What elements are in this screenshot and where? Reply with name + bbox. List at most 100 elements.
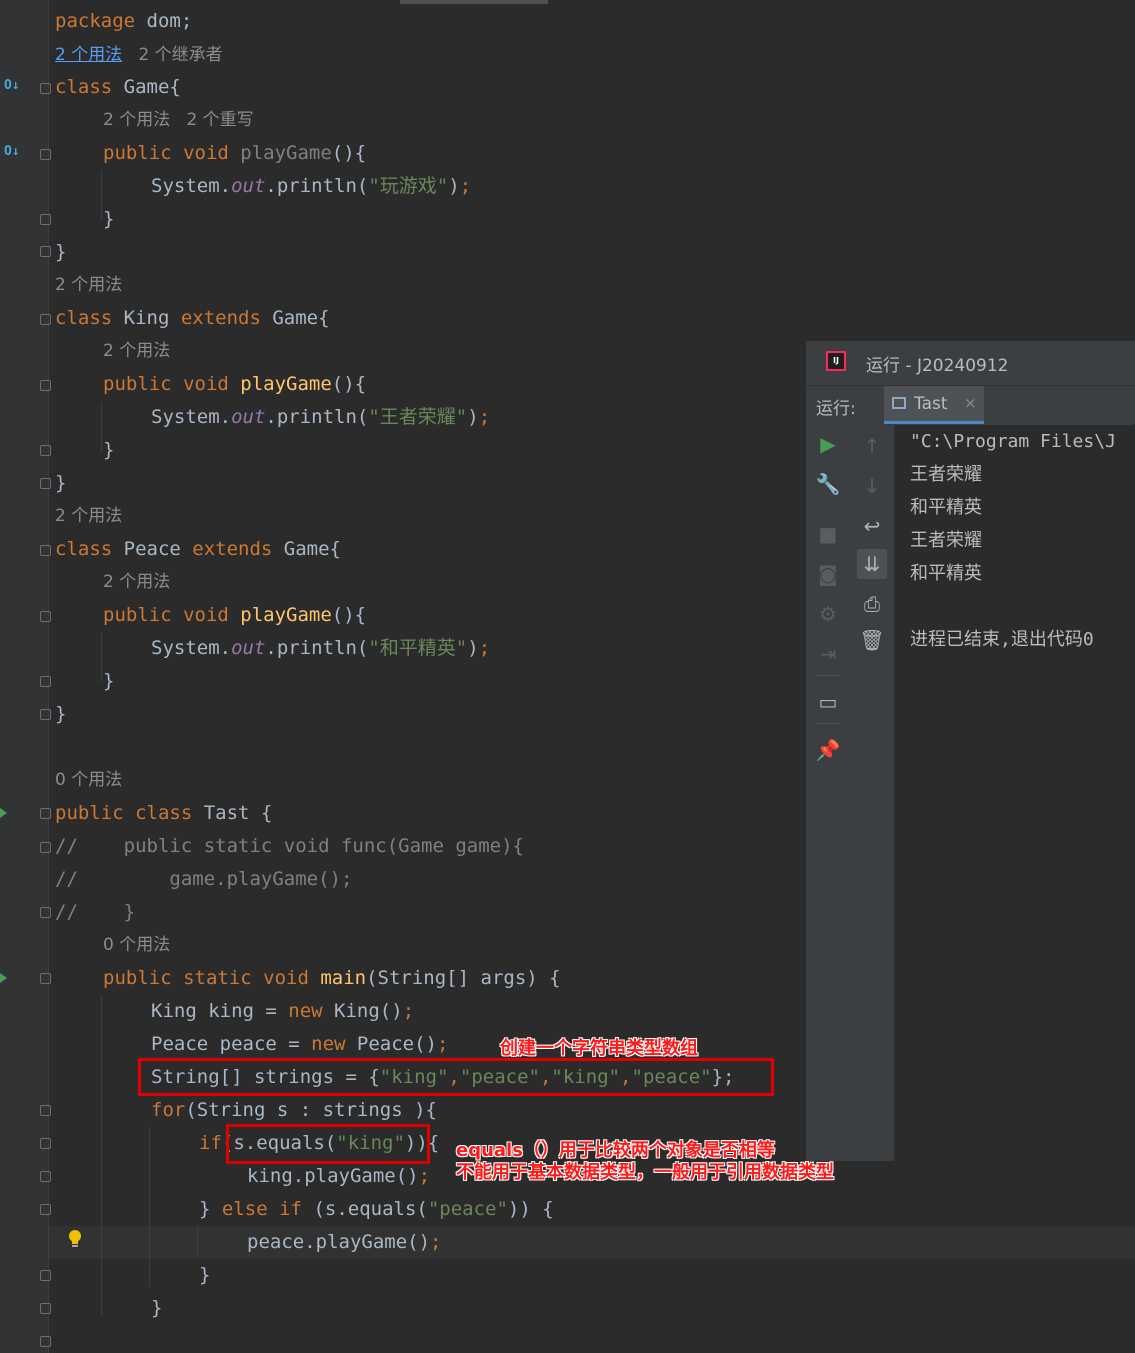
code-text: ) <box>467 637 479 659</box>
soft-wrap-icon[interactable]: ↩ <box>857 511 887 541</box>
code-line[interactable]: } <box>199 1259 210 1292</box>
code-line[interactable]: } <box>55 236 66 269</box>
inlay-hint[interactable]: 2 个用法 2 个继承者 <box>55 39 223 72</box>
fold-toggle-icon[interactable] <box>40 1303 51 1314</box>
fold-toggle-icon[interactable] <box>40 842 51 853</box>
run-window-title-bar[interactable]: IJ 运行 - J20240912 <box>806 341 1135 386</box>
comment-line[interactable]: // } <box>55 896 135 929</box>
code-line[interactable]: peace.playGame(); <box>247 1226 441 1259</box>
usages-hint[interactable]: 2 个用法 <box>103 110 170 130</box>
scroll-to-end-icon[interactable]: ⇊ <box>857 549 887 579</box>
fold-toggle-icon[interactable] <box>40 149 51 160</box>
code-line[interactable]: Peace peace = new Peace(); <box>151 1028 448 1061</box>
fold-toggle-icon[interactable] <box>40 246 51 257</box>
wrench-icon[interactable]: 🔧 <box>813 469 843 499</box>
console-output[interactable]: "C:\Program Files\J 王者荣耀 和平精英 王者荣耀 和平精英 … <box>895 425 1135 1161</box>
code-line[interactable]: class King extends Game{ <box>55 302 330 335</box>
usages-hint[interactable]: 0 个用法 <box>103 929 170 962</box>
fold-toggle-icon[interactable] <box>40 1105 51 1116</box>
fold-toggle-icon[interactable] <box>40 214 51 225</box>
code-line[interactable]: } <box>151 1292 162 1325</box>
fold-toggle-icon[interactable] <box>40 314 51 325</box>
code-line[interactable]: System.out.println("和平精英"); <box>151 632 490 665</box>
lightbulb-icon[interactable] <box>68 1229 82 1249</box>
fold-toggle-icon[interactable] <box>40 545 51 556</box>
code-line[interactable]: public void playGame(){ <box>103 368 366 401</box>
inlay-hint[interactable]: 2 个用法 2 个重写 <box>103 104 254 137</box>
fold-toggle-icon[interactable] <box>40 1138 51 1149</box>
usages-hint[interactable]: 2 个用法 <box>55 269 122 302</box>
keyword: public static void <box>103 967 309 989</box>
run-class-icon[interactable] <box>0 808 7 818</box>
code-line[interactable]: } <box>55 467 66 500</box>
console-line: "C:\Program Files\J <box>910 431 1116 452</box>
semicolon: ; <box>459 175 472 197</box>
settings-icon[interactable]: ⚙ <box>813 599 843 629</box>
fold-toggle-icon[interactable] <box>40 808 51 819</box>
tab-tast[interactable]: Tast × <box>884 386 984 424</box>
code-line[interactable]: System.out.println("王者荣耀"); <box>151 401 490 434</box>
overrides-hint[interactable]: 2 个重写 <box>186 110 253 130</box>
close-icon[interactable]: × <box>964 394 977 412</box>
fold-toggle-icon[interactable] <box>40 611 51 622</box>
code-line[interactable]: public static void main(String[] args) { <box>103 962 561 995</box>
code-line[interactable]: King king = new King(); <box>151 995 414 1028</box>
editor-scroll-thumb[interactable] <box>400 0 548 4</box>
code-line[interactable]: king.playGame(); <box>247 1160 430 1193</box>
fold-toggle-icon[interactable] <box>40 1270 51 1281</box>
usages-hint[interactable]: 2 个用法 <box>55 500 122 533</box>
run-icon[interactable]: ▶ <box>813 429 843 459</box>
fold-toggle-icon[interactable] <box>40 478 51 489</box>
fold-toggle-icon[interactable] <box>40 445 51 456</box>
code-line[interactable]: class Peace extends Game{ <box>55 533 341 566</box>
fold-toggle-icon[interactable] <box>40 1204 51 1215</box>
comment-line[interactable]: // game.playGame(); <box>55 863 352 896</box>
method-name: playGame <box>228 373 332 395</box>
code-line[interactable]: package dom; <box>55 5 192 38</box>
trash-icon[interactable]: 🗑 <box>857 625 887 655</box>
pin-icon[interactable]: 📌 <box>813 735 843 765</box>
code-text: Game{ <box>260 307 330 329</box>
code-line[interactable]: } else if (s.equals("peace")) { <box>199 1193 554 1226</box>
comment-line[interactable]: // public static void func(Game game){ <box>55 830 524 863</box>
code-text: king.playGame() <box>247 1165 419 1187</box>
code-text: .println( <box>265 637 369 659</box>
fold-toggle-icon[interactable] <box>40 676 51 687</box>
fold-toggle-icon[interactable] <box>40 1171 51 1182</box>
run-main-icon[interactable] <box>0 973 7 983</box>
usages-hint[interactable]: 0 个用法 <box>55 764 122 797</box>
inheritors-hint[interactable]: 2 个继承者 <box>138 45 222 65</box>
semicolon: ; <box>478 406 491 428</box>
code-line[interactable]: System.out.println("玩游戏"); <box>151 170 471 203</box>
code-line[interactable]: public void playGame(){ <box>103 137 366 170</box>
stop-icon[interactable]: ■ <box>813 519 843 549</box>
code-line[interactable]: for(String s : strings ){ <box>151 1094 437 1127</box>
usages-hint[interactable]: 2 个用法 <box>103 335 170 368</box>
code-line[interactable]: } <box>55 698 66 731</box>
fold-toggle-icon[interactable] <box>40 380 51 391</box>
code-line[interactable]: public void playGame(){ <box>103 599 366 632</box>
down-arrow-icon[interactable]: ↓ <box>857 471 887 501</box>
console-line: 王者荣耀 <box>910 530 982 551</box>
code-line[interactable]: public class Tast { <box>55 797 272 830</box>
login-icon[interactable]: ⇥ <box>813 639 843 669</box>
fold-toggle-icon[interactable] <box>40 907 51 918</box>
fold-toggle-icon[interactable] <box>40 973 51 984</box>
fold-toggle-icon[interactable] <box>40 1336 51 1347</box>
print-icon[interactable]: ⎙ <box>857 589 887 619</box>
overridden-method-icon[interactable]: O↓ <box>4 78 20 93</box>
code-line[interactable]: } <box>103 665 114 698</box>
fold-toggle-icon[interactable] <box>40 709 51 720</box>
code-line[interactable]: } <box>103 203 114 236</box>
fold-toggle-icon[interactable] <box>40 83 51 94</box>
usages-hint[interactable]: 2 个用法 <box>103 566 170 599</box>
overridden-method-icon[interactable]: O↓ <box>4 144 20 159</box>
code-line[interactable]: class Game{ <box>55 71 181 104</box>
code-line[interactable]: } <box>103 434 114 467</box>
usages-link[interactable]: 2 个用法 <box>55 45 122 65</box>
up-arrow-icon[interactable]: ↑ <box>857 431 887 461</box>
method-name: main <box>308 967 367 989</box>
camera-icon[interactable]: ◙ <box>813 559 843 589</box>
run-tool-window[interactable]: IJ 运行 - J20240912 运行: Tast × ▶ 🔧 ■ ◙ ⚙ ⇥… <box>805 340 1135 1161</box>
layout-icon[interactable]: ▭ <box>813 687 843 717</box>
